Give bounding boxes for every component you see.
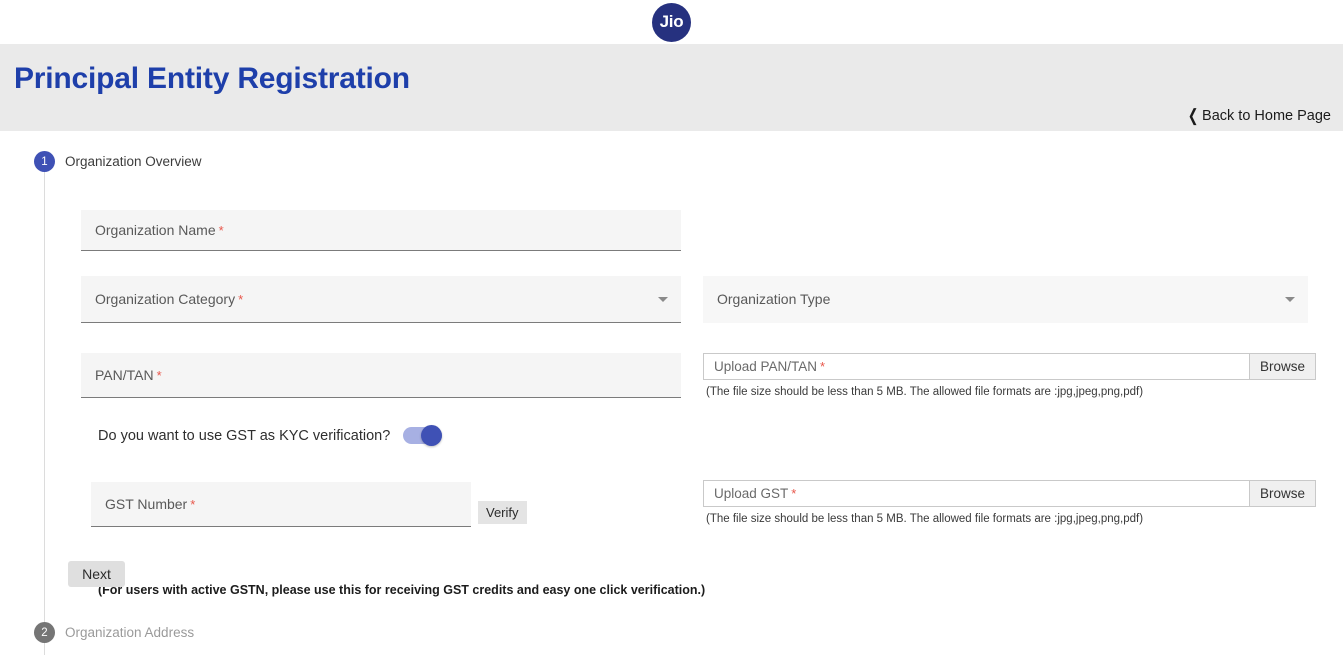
gst-kyc-toggle[interactable] (403, 425, 443, 446)
upload-pan-tan-label: Upload PAN/TAN (714, 359, 818, 374)
back-to-home-page-label: Back to Home Page (1202, 107, 1331, 124)
page-title: Principal Entity Registration (14, 62, 410, 95)
upload-gst-required-marker: * (791, 486, 797, 501)
organization-category-required-marker: * (238, 291, 244, 307)
browse-gst-button[interactable]: Browse (1249, 480, 1316, 507)
upload-pan-tan-input[interactable]: Upload PAN/TAN * (703, 353, 1249, 380)
upload-gst-control: Upload GST * Browse (703, 480, 1316, 507)
organization-type-select[interactable]: Organization Type (703, 276, 1308, 323)
upload-pan-tan-required-marker: * (820, 359, 826, 374)
chevron-left-icon: ❮ (1187, 106, 1199, 125)
upload-pan-tan-helper-text: (The file size should be less than 5 MB.… (706, 386, 1144, 398)
gst-kyc-toggle-row: Do you want to use GST as KYC verificati… (98, 425, 443, 446)
gst-number-field[interactable]: GST Number * (91, 482, 471, 527)
toggle-knob (421, 425, 443, 446)
pan-tan-field[interactable]: PAN/TAN * (81, 353, 681, 398)
next-button[interactable]: Next (68, 561, 125, 587)
gst-number-required-marker: * (190, 496, 196, 512)
organization-name-field[interactable]: Organization Name * (81, 210, 681, 251)
top-logo-bar: Jio (0, 0, 1343, 44)
upload-gst-helper-text: (The file size should be less than 5 MB.… (706, 513, 1144, 525)
chevron-down-icon (1285, 297, 1295, 302)
gst-kyc-note: (For users with active GSTN, please use … (98, 583, 706, 597)
organization-overview-form: Organization Name * Organization Categor… (13, 131, 1330, 655)
back-to-home-page-link[interactable]: ❮ Back to Home Page (1186, 107, 1331, 124)
chevron-down-icon (658, 297, 668, 302)
organization-type-label: Organization Type (717, 291, 831, 307)
upload-gst-input[interactable]: Upload GST * (703, 480, 1249, 507)
organization-name-required-marker: * (218, 222, 224, 238)
browse-pan-tan-button[interactable]: Browse (1249, 353, 1316, 380)
gst-kyc-question-label: Do you want to use GST as KYC verificati… (98, 427, 391, 444)
pan-tan-required-marker: * (156, 367, 162, 383)
organization-name-label: Organization Name (95, 222, 216, 238)
upload-gst-label: Upload GST (714, 486, 789, 501)
upload-pan-tan-control: Upload PAN/TAN * Browse (703, 353, 1316, 380)
jio-logo: Jio (652, 2, 691, 42)
gst-number-label: GST Number (105, 496, 188, 512)
registration-card: 1 Organization Overview 2 Organization A… (13, 131, 1330, 655)
organization-category-select[interactable]: Organization Category * (81, 276, 681, 323)
page-header-band: Principal Entity Registration ❮ Back to … (0, 44, 1343, 131)
organization-category-label: Organization Category (95, 291, 236, 307)
pan-tan-label: PAN/TAN (95, 367, 154, 383)
verify-gst-button[interactable]: Verify (478, 501, 527, 524)
